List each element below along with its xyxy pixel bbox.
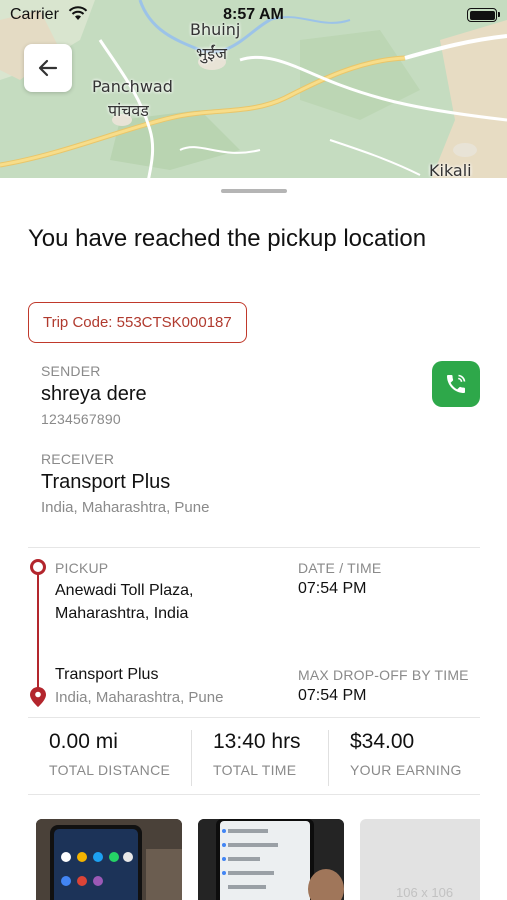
stat-value: 13:40 hrs xyxy=(213,730,301,753)
date-time-value: 07:54 PM xyxy=(298,580,367,597)
map-label-panchwad: Panchwad xyxy=(92,77,173,96)
receiver-address: India, Maharashtra, Pune xyxy=(41,499,210,516)
sender-name: shreya dere xyxy=(41,383,147,405)
back-button[interactable] xyxy=(24,44,72,92)
trip-code-badge: Trip Code: 553CTSK000187 xyxy=(28,302,247,343)
map-label-panchwad-marathi: पांचवड xyxy=(108,101,149,120)
pickup-address: Anewadi Toll Plaza, Maharashtra, India xyxy=(55,582,194,622)
status-bar: Carrier 8:57 AM xyxy=(0,0,507,30)
divider xyxy=(28,717,480,718)
stat-value: $34.00 xyxy=(350,730,415,753)
page-title: You have reached the pickup location xyxy=(28,225,427,252)
max-dropoff-label: MAX DROP-OFF BY TIME xyxy=(298,667,469,683)
trip-stats: 0.00 mi TOTAL DISTANCE 13:40 hrs TOTAL T… xyxy=(28,730,480,788)
dropoff-name: Transport Plus xyxy=(55,666,159,683)
battery-icon xyxy=(467,8,500,22)
max-dropoff-value: 07:54 PM xyxy=(298,687,367,704)
trip-details-sheet: You have reached the pickup location Tri… xyxy=(0,178,507,900)
photo-placeholder[interactable]: 106 x 106 xyxy=(360,819,480,900)
date-time-label: DATE / TIME xyxy=(298,560,382,576)
pickup-label: PICKUP xyxy=(55,560,109,576)
photo-thumbnail[interactable] xyxy=(198,819,344,900)
divider xyxy=(28,794,480,795)
phone-icon xyxy=(447,374,466,393)
sender-label: SENDER xyxy=(41,363,101,379)
call-sender-button[interactable] xyxy=(432,361,480,407)
stat-total-time: 13:40 hrs TOTAL TIME xyxy=(213,730,301,788)
stat-your-earning: $34.00 YOUR EARNING xyxy=(350,730,462,788)
stat-total-distance: 0.00 mi TOTAL DISTANCE xyxy=(49,730,170,788)
sender-phone: 1234567890 xyxy=(41,411,121,427)
location-pin-icon xyxy=(30,687,46,712)
pickup-marker-icon xyxy=(30,559,46,575)
back-arrow-icon xyxy=(38,59,58,77)
route-line xyxy=(37,571,39,691)
placeholder-text: 106 x 106 xyxy=(396,885,454,900)
stat-label: TOTAL TIME xyxy=(213,762,297,778)
stat-divider xyxy=(328,730,329,786)
stat-label: YOUR EARNING xyxy=(350,762,462,778)
map-label-bhuinj-marathi: भुईंज xyxy=(196,44,227,63)
status-time: 8:57 AM xyxy=(223,6,284,23)
receiver-name: Transport Plus xyxy=(41,471,171,493)
dropoff-address: India, Maharashtra, Pune xyxy=(55,689,224,706)
sheet-drag-handle[interactable] xyxy=(221,189,287,193)
stat-divider xyxy=(191,730,192,786)
photo-thumbnail[interactable] xyxy=(36,819,182,900)
stat-label: TOTAL DISTANCE xyxy=(49,762,171,778)
stat-value: 0.00 mi xyxy=(49,730,118,753)
receiver-label: RECEIVER xyxy=(41,451,115,467)
divider xyxy=(28,547,480,548)
